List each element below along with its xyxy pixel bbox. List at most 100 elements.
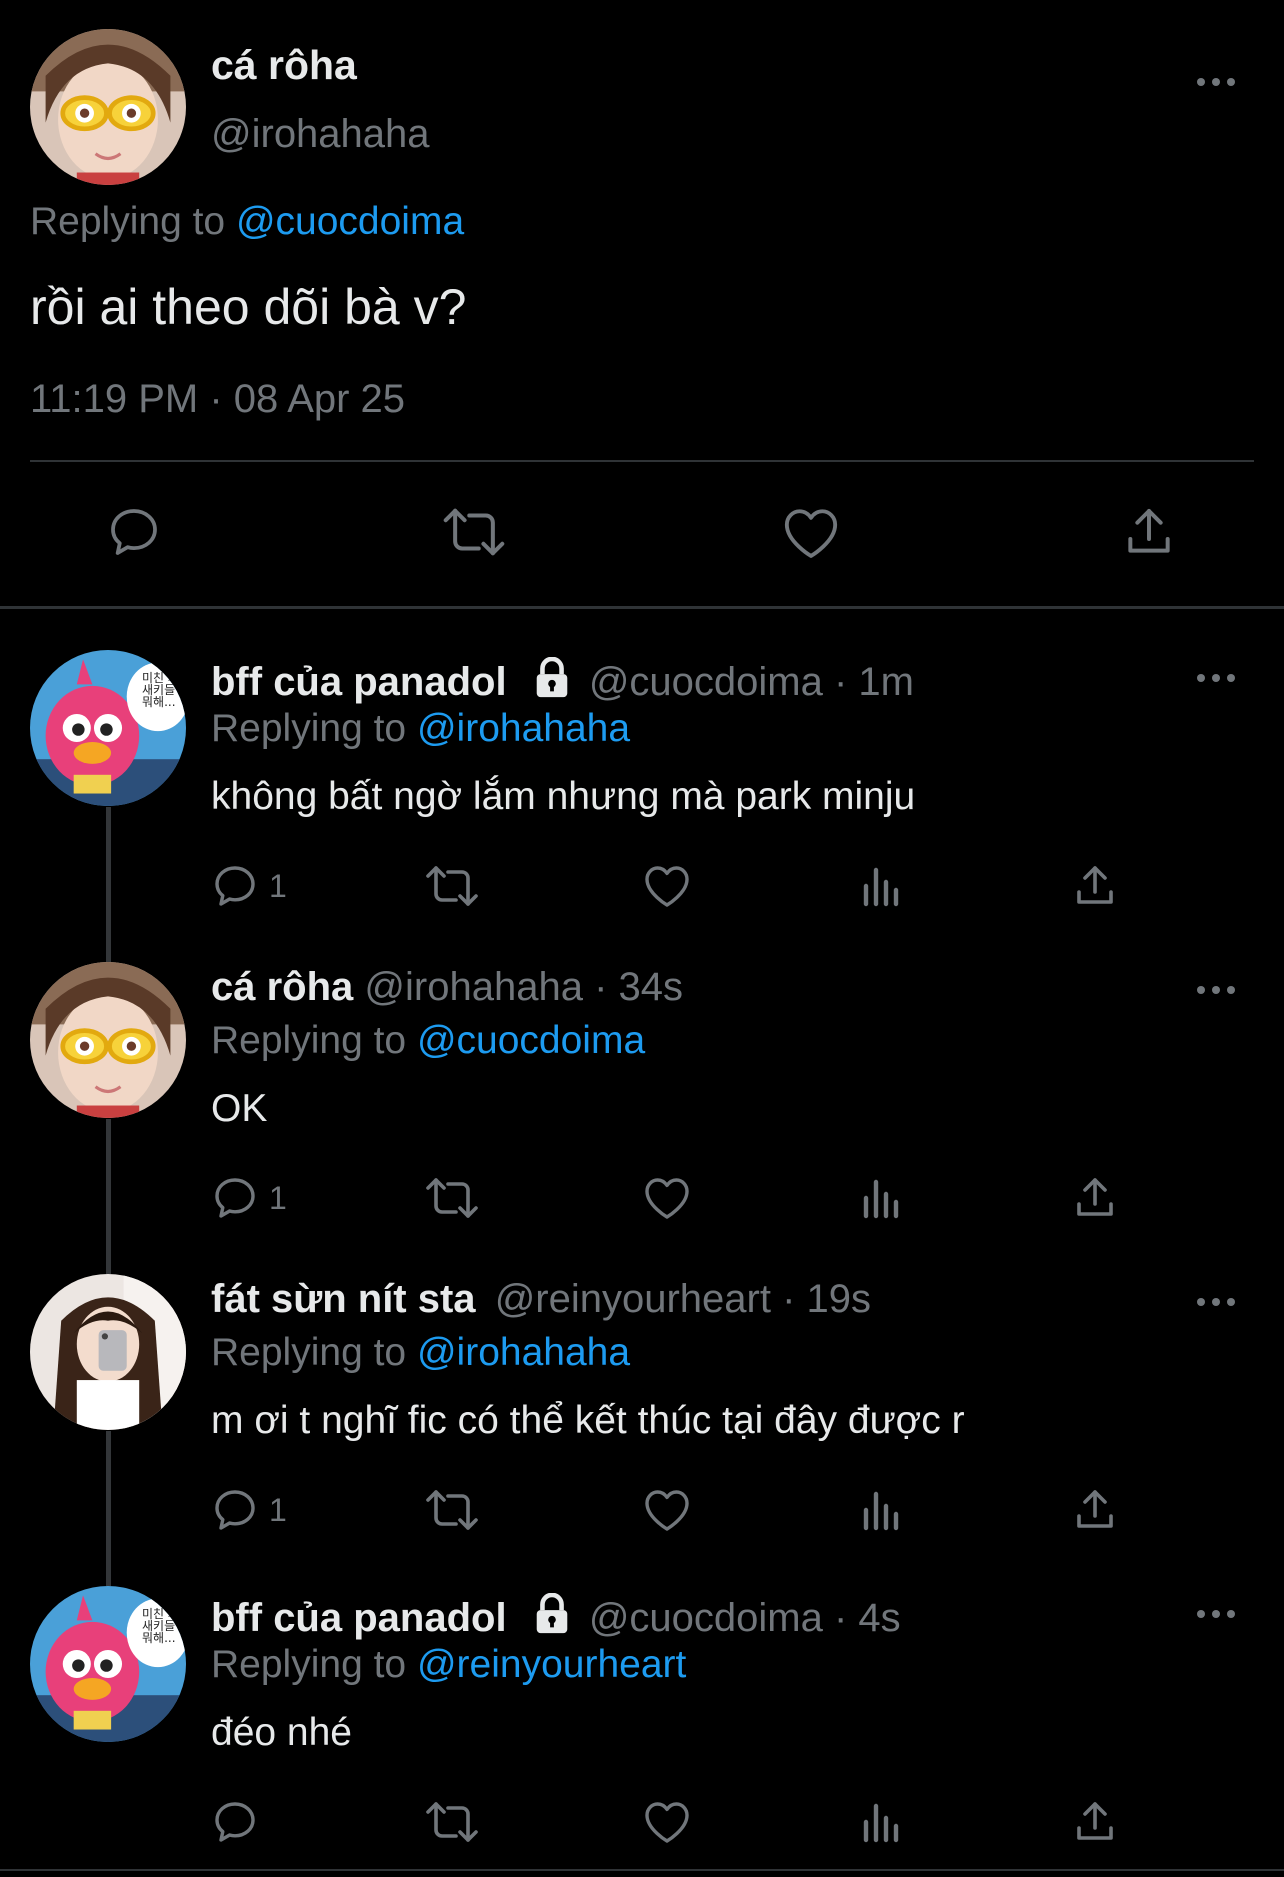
views-icon: [863, 1803, 899, 1843]
replying-to-handle[interactable]: @cuocdoima: [236, 200, 464, 243]
like-icon: [645, 1178, 689, 1219]
avatar-cuocdoima[interactable]: 미친 자 새키들 뭐해...: [30, 1586, 186, 1742]
retweet-button[interactable]: [441, 506, 507, 558]
replying-to-handle[interactable]: @irohahaha: [417, 707, 630, 750]
more-options-icon[interactable]: [1196, 980, 1236, 1000]
tweet-text: không bất ngờ lắm nhưng mà park minju: [211, 775, 916, 818]
share-button[interactable]: [1071, 862, 1119, 910]
avatar-irohahaha[interactable]: [30, 962, 186, 1118]
author-name[interactable]: cá rôha: [211, 965, 353, 1009]
views-button[interactable]: [860, 1800, 902, 1844]
reply-header: bff của panadol @cuocdoima · 4s: [211, 1592, 901, 1645]
lock-icon: [532, 1592, 572, 1645]
like-icon: [645, 1802, 689, 1843]
more-options-icon[interactable]: [1196, 1604, 1236, 1624]
thread-line: [106, 807, 111, 962]
more-options-icon[interactable]: [1196, 72, 1236, 92]
reply-button[interactable]: 1: [211, 1174, 287, 1222]
replying-to-handle[interactable]: @irohahaha: [417, 1331, 630, 1374]
replying-to-label: Replying to: [211, 1019, 417, 1062]
tweet-text: đéo nhé: [211, 1711, 352, 1754]
replying-to-line: Replying to @irohahaha: [211, 707, 630, 751]
share-button[interactable]: [1071, 1798, 1119, 1846]
author-handle[interactable]: @irohahaha: [211, 112, 430, 157]
avatar-irohahaha[interactable]: [30, 29, 186, 185]
replying-to-line: Replying to @cuocdoima: [211, 1019, 645, 1063]
replying-to-handle[interactable]: @reinyourheart: [417, 1643, 686, 1686]
thread-line: [106, 1119, 111, 1274]
replying-to-label: Replying to: [211, 1643, 417, 1686]
tweet-text: OK: [211, 1087, 268, 1130]
selfie-avatar-image: [30, 1274, 186, 1430]
share-button[interactable]: [1071, 1486, 1119, 1534]
author-handle-time[interactable]: @irohahaha · 34s: [364, 965, 683, 1009]
reply-icon: [111, 509, 157, 555]
reply-button[interactable]: 1: [211, 1486, 287, 1534]
tweet-text: m ơi t nghĩ fic có thể kết thúc tại đây …: [211, 1399, 965, 1442]
avatar-sign-text: 미친 자 새키들 뭐해...: [142, 1607, 179, 1645]
replying-to-line: Replying to @irohahaha: [211, 1331, 630, 1375]
retweet-icon: [426, 1178, 478, 1218]
like-icon: [645, 1490, 689, 1531]
views-icon: [863, 867, 899, 907]
replying-to-label: Replying to: [211, 1331, 417, 1374]
like-button[interactable]: [643, 1176, 691, 1220]
retweet-button[interactable]: [424, 864, 480, 908]
replying-to-line: Replying to @reinyourheart: [211, 1643, 686, 1687]
author-name[interactable]: bff của panadol: [211, 660, 507, 704]
reply-header: cá rôha @irohahaha · 34s: [211, 965, 683, 1010]
reply-button[interactable]: 1: [211, 862, 287, 910]
avatar-reinyourheart[interactable]: [30, 1274, 186, 1430]
share-icon: [1077, 1490, 1113, 1528]
retweet-icon: [426, 1802, 478, 1842]
views-button[interactable]: [860, 1176, 902, 1220]
retweet-button[interactable]: [424, 1488, 480, 1532]
share-icon: [1077, 1178, 1113, 1216]
avatar-cuocdoima[interactable]: 미친 자 새키들 뭐해...: [30, 650, 186, 806]
reply-icon: [215, 866, 255, 906]
girl-avatar-image: [30, 29, 186, 185]
share-icon: [1077, 866, 1113, 904]
replying-to-handle[interactable]: @cuocdoima: [417, 1019, 645, 1062]
more-options-icon[interactable]: [1196, 668, 1236, 688]
retweet-button[interactable]: [424, 1800, 480, 1844]
author-handle-time[interactable]: @cuocdoima · 4s: [589, 1596, 901, 1640]
reply-header: bff của panadol @cuocdoima · 1m: [211, 656, 914, 709]
like-button[interactable]: [643, 1488, 691, 1532]
reply-button[interactable]: [106, 504, 162, 560]
girl-avatar-image: [30, 962, 186, 1118]
author-handle-time[interactable]: @cuocdoima · 1m: [589, 660, 914, 704]
reply-icon: [215, 1490, 255, 1530]
avatar-sign-text: 미친 자 새키들 뭐해...: [142, 671, 179, 709]
reply-icon: [215, 1802, 255, 1842]
replying-to-label: Replying to: [211, 707, 417, 750]
more-options-icon[interactable]: [1196, 1292, 1236, 1312]
share-button[interactable]: [1071, 1174, 1119, 1222]
author-name[interactable]: cá rôha: [211, 42, 357, 89]
thread-line: [106, 1431, 111, 1586]
views-icon: [863, 1491, 899, 1531]
author-name[interactable]: fát sừn nít sta: [211, 1277, 476, 1321]
views-icon: [863, 1179, 899, 1219]
reply-count: 1: [269, 1491, 287, 1528]
reply-count: 1: [269, 867, 287, 904]
retweet-icon: [426, 1490, 478, 1530]
like-button[interactable]: [643, 864, 691, 908]
tweet-text: rồi ai theo dõi bà v?: [30, 279, 467, 335]
divider: [30, 460, 1254, 462]
reply-icon: [215, 1178, 255, 1218]
retweet-button[interactable]: [424, 1176, 480, 1220]
author-handle-time[interactable]: @reinyourheart · 19s: [495, 1277, 871, 1321]
like-button[interactable]: [643, 1800, 691, 1844]
views-button[interactable]: [860, 864, 902, 908]
share-button[interactable]: [1121, 504, 1177, 560]
author-name[interactable]: bff của panadol: [211, 1596, 507, 1640]
like-button[interactable]: [782, 506, 840, 560]
tweet-timestamp[interactable]: 11:19 PM · 08 Apr 25: [30, 377, 405, 422]
retweet-icon: [443, 508, 505, 556]
reply-header: fát sừn nít sta @reinyourheart · 19s: [211, 1277, 871, 1322]
share-icon: [1077, 1802, 1113, 1840]
like-icon: [645, 866, 689, 907]
views-button[interactable]: [860, 1488, 902, 1532]
reply-button[interactable]: [211, 1798, 269, 1846]
